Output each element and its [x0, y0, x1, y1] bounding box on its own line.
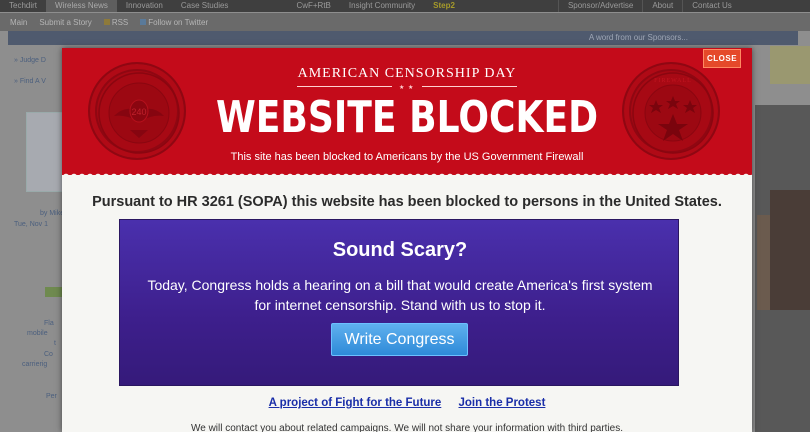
- divider-line: [297, 86, 392, 87]
- rss-icon: [103, 19, 110, 26]
- bg-photo-person: [770, 190, 810, 310]
- headline: WEBSITE BLOCKED: [215, 92, 599, 143]
- bg-article-thumbnail: [26, 112, 64, 192]
- bg-byline: by Mike: [40, 210, 65, 217]
- bg-text-mobile: mobile: [27, 330, 48, 337]
- nav-sponsor-advertise[interactable]: Sponsor/Advertise: [557, 0, 642, 12]
- censorship-modal: 240 FIREWALL AMERICAN CENSORSHIP DAY ★ ★…: [62, 48, 752, 432]
- callout-body-line: Today, Congress holds a hearing on a bil…: [147, 277, 653, 293]
- bg-text-per: Per: [46, 393, 57, 400]
- bg-right-ad: [770, 46, 810, 84]
- fight-for-future-link[interactable]: A project of Fight for the Future: [269, 397, 442, 409]
- nav-techdirt[interactable]: Techdirt: [0, 0, 46, 12]
- bg-text-co: Co: [44, 351, 53, 358]
- nav-step2[interactable]: Step2: [424, 0, 464, 12]
- red-banner: 240 FIREWALL AMERICAN CENSORSHIP DAY ★ ★…: [62, 48, 752, 175]
- callout-body-line: for internet censorship. Stand with us t…: [254, 297, 546, 313]
- join-protest-link[interactable]: Join the Protest: [459, 397, 546, 409]
- nav-about[interactable]: About: [642, 0, 682, 12]
- bg-text-carrier: carrierig: [22, 361, 48, 368]
- close-button[interactable]: CLOSE: [703, 49, 741, 68]
- bg-green-badge: [45, 287, 63, 297]
- sponsor-bar: A word from our Sponsors...: [8, 31, 798, 45]
- write-congress-button[interactable]: Write Congress: [331, 323, 468, 356]
- bg-link-judge[interactable]: » Judge D: [14, 57, 46, 64]
- title-divider: ★ ★: [297, 84, 517, 91]
- footer-links: A project of Fight for the Future Join t…: [62, 397, 752, 409]
- bg-date: Tue, Nov 1: [14, 221, 48, 228]
- subnav-submit-story[interactable]: Submit a Story: [33, 18, 97, 27]
- event-title: AMERICAN CENSORSHIP DAY: [297, 66, 517, 81]
- callout-box: Sound Scary? Today, Congress holds a hea…: [119, 219, 679, 386]
- privacy-note: We will contact you about related campai…: [190, 423, 624, 432]
- callout-body: Today, Congress holds a hearing on a bil…: [120, 275, 680, 315]
- nav-insight-community[interactable]: Insight Community: [340, 0, 424, 12]
- divider-line: [422, 86, 517, 87]
- subnav-twitter-label: Follow on Twitter: [148, 17, 209, 27]
- bg-text-fla: Fla: [44, 320, 54, 327]
- subnav-twitter[interactable]: Follow on Twitter: [134, 18, 214, 27]
- banner-scalloped-edge: [62, 169, 752, 177]
- sub-navigation: Main Submit a Story RSS Follow on Twitte…: [0, 13, 810, 31]
- subtitle: This site has been blocked to Americans …: [230, 151, 584, 163]
- sponsor-text: A word from our Sponsors...: [588, 33, 688, 42]
- nav-cwf-rtb[interactable]: CwF+RtB: [287, 0, 339, 12]
- nav-case-studies[interactable]: Case Studies: [172, 0, 238, 12]
- subnav-main[interactable]: Main: [4, 18, 33, 27]
- bg-text-t: t: [54, 340, 56, 347]
- nav-contact-us[interactable]: Contact Us: [682, 0, 741, 12]
- subnav-rss-label: RSS: [111, 17, 129, 27]
- divider-stars-icon: ★ ★: [399, 85, 415, 91]
- twitter-icon: [140, 19, 147, 26]
- top-navigation: Techdirt Wireless News Innovation Case S…: [0, 0, 810, 12]
- subnav-rss[interactable]: RSS: [98, 18, 134, 27]
- nav-wireless-news[interactable]: Wireless News: [46, 0, 117, 12]
- callout-heading: Sound Scary?: [332, 239, 468, 261]
- pursuant-notice: Pursuant to HR 3261 (SOPA) this website …: [92, 194, 722, 210]
- bg-link-find[interactable]: » Find A V: [14, 78, 46, 85]
- nav-innovation[interactable]: Innovation: [117, 0, 172, 12]
